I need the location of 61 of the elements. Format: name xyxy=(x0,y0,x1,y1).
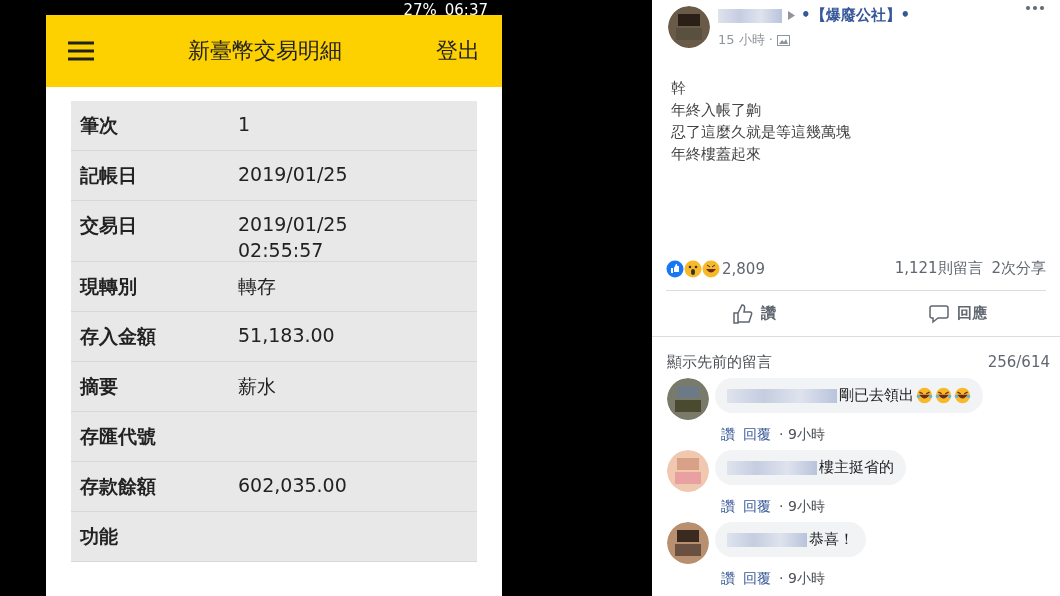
reply-link[interactable]: 回覆 xyxy=(743,426,771,444)
post-text: 幹 xyxy=(671,78,687,99)
field-label: 筆次 xyxy=(80,113,119,138)
field-value: 602,035.00 xyxy=(238,474,347,496)
reaction-count[interactable]: 2,809 xyxy=(722,259,765,278)
field-label: 存款餘額 xyxy=(80,474,157,499)
show-previous-comments-link[interactable]: 顯示先前的留言 xyxy=(667,353,772,372)
laughing-emoji-icon xyxy=(935,387,952,404)
comment-count[interactable]: 1,121則留言 xyxy=(894,259,983,278)
image-icon xyxy=(776,34,790,46)
field-value: 2019/01/25 xyxy=(238,213,348,235)
page-title: 新臺幣交易明細 xyxy=(187,37,343,65)
field-label: 存入金額 xyxy=(80,324,157,349)
comment-time: · 9小時 xyxy=(779,426,825,444)
post-text: 年終入帳了齁 xyxy=(671,100,762,121)
comment-time: · 9小時 xyxy=(779,570,825,588)
field-label: 摘要 xyxy=(80,374,119,399)
field-value: 1 xyxy=(238,113,251,135)
comment-time: · 9小時 xyxy=(779,498,825,516)
avatar xyxy=(668,6,710,48)
like-button[interactable]: 讚 xyxy=(652,291,856,336)
field-value: 轉存 xyxy=(238,274,276,299)
reply-link[interactable]: 回覆 xyxy=(743,498,771,516)
comment-text: 樓主挺省的 xyxy=(819,458,894,477)
field-label: 存匯代號 xyxy=(80,424,157,449)
speech-bubble-icon xyxy=(929,303,949,324)
battery-level: 27% xyxy=(403,4,437,15)
field-value: 51,183.00 xyxy=(238,324,335,346)
blurred-name xyxy=(718,8,782,23)
like-link[interactable]: 讚 xyxy=(721,570,735,588)
more-options-icon[interactable] xyxy=(1026,6,1044,10)
group-link[interactable]: •【爆廢公社】• xyxy=(801,6,911,25)
post-text: 年終樓蓋起來 xyxy=(671,144,762,165)
triangle-icon xyxy=(788,11,795,20)
like-link[interactable]: 讚 xyxy=(721,426,735,444)
laughing-emoji-icon xyxy=(954,387,971,404)
like-link[interactable]: 讚 xyxy=(721,498,735,516)
comment-text: 剛已去領出 xyxy=(839,386,914,405)
field-label: 現轉別 xyxy=(80,274,138,299)
menu-icon[interactable] xyxy=(68,41,94,61)
clock: 06:37 xyxy=(444,4,488,15)
avatar xyxy=(667,378,709,420)
share-count[interactable]: 2次分享 xyxy=(991,259,1046,278)
comment-text: 恭喜！ xyxy=(809,530,854,549)
thumbs-up-icon xyxy=(732,303,753,324)
post-text: 忍了這麼久就是等這幾萬塊 xyxy=(671,122,852,143)
comment-range: 256/614 xyxy=(987,353,1050,372)
laughing-emoji-icon xyxy=(916,387,933,404)
comment-button[interactable]: 回應 xyxy=(856,291,1060,336)
logout-button[interactable]: 登出 xyxy=(436,36,480,66)
field-value: 薪水 xyxy=(238,374,276,399)
avatar xyxy=(667,522,709,564)
field-value: 02:55:57 xyxy=(238,239,325,261)
field-label: 記帳日 xyxy=(80,163,138,188)
post-time: 15 小時 · xyxy=(718,31,773,49)
field-label: 交易日 xyxy=(80,213,138,238)
reaction-icons xyxy=(666,259,720,278)
field-value: 2019/01/25 xyxy=(238,163,348,185)
field-label: 功能 xyxy=(80,524,119,549)
reply-link[interactable]: 回覆 xyxy=(743,570,771,588)
avatar xyxy=(667,450,709,492)
